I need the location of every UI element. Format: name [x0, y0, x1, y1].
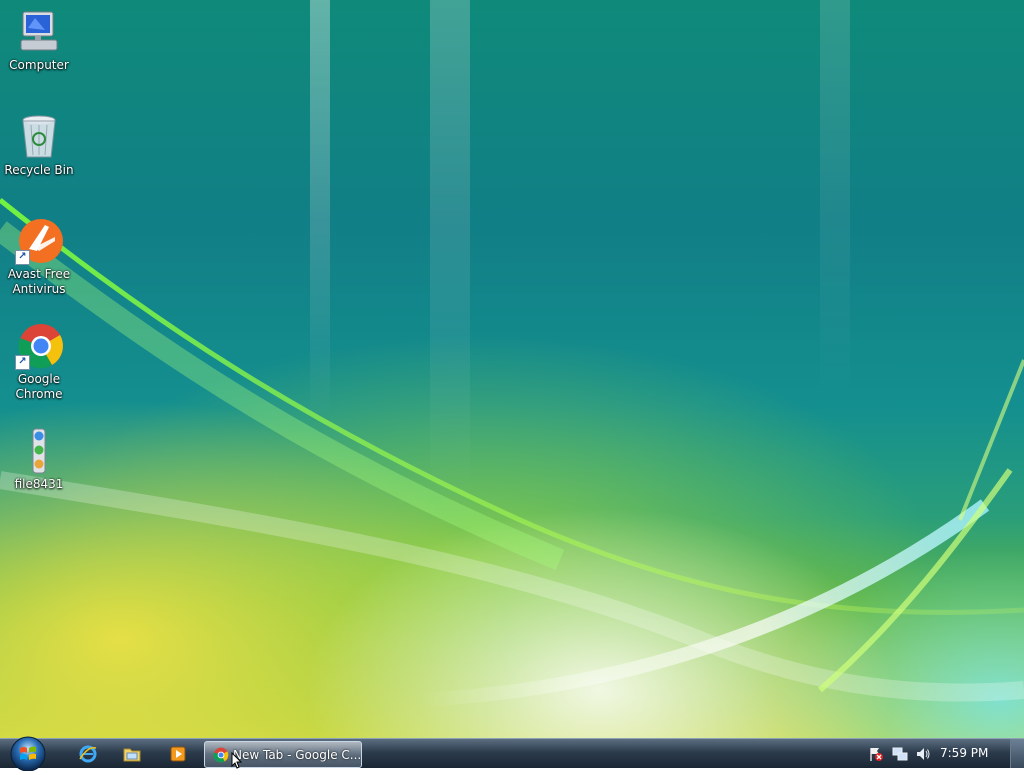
shortcut-arrow-icon: ↗: [15, 250, 30, 265]
file-icon: [15, 427, 63, 475]
volume-icon[interactable]: [915, 746, 931, 762]
desktop-icon-label: Avast Free Antivirus: [7, 267, 71, 296]
media-player-icon: [170, 746, 186, 762]
action-center-flag-icon[interactable]: [868, 746, 884, 762]
shortcut-arrow-icon: ↗: [15, 355, 30, 370]
desktop-icon-computer[interactable]: Computer: [4, 8, 74, 73]
taskbar-button-label: New Tab - Google C...: [233, 747, 361, 762]
windows-orb-icon: [10, 736, 46, 772]
desktop-icon-file8431[interactable]: file8431: [4, 427, 74, 492]
taskbar-clock[interactable]: 7:59 PM: [940, 746, 988, 760]
desktop[interactable]: Computer Recycle Bin ↗ Avast Free Antivi…: [0, 0, 1024, 738]
chrome-icon: ↗: [15, 322, 63, 370]
start-button[interactable]: [6, 733, 50, 772]
computer-icon: [15, 8, 63, 56]
internet-explorer-icon: [79, 745, 97, 763]
desktop-icon-avast[interactable]: ↗ Avast Free Antivirus: [4, 217, 74, 297]
quick-launch-windows-explorer[interactable]: [122, 744, 142, 764]
network-icon[interactable]: [892, 746, 908, 762]
show-desktop-button[interactable]: [1010, 739, 1024, 768]
desktop-icon-label: Google Chrome: [15, 372, 63, 401]
desktop-icon-recycle-bin[interactable]: Recycle Bin: [4, 113, 74, 178]
recycle-bin-icon: [15, 113, 63, 161]
taskbar: New Tab - Google C... 7:59 PM: [0, 736, 1024, 772]
avast-icon: ↗: [15, 217, 63, 265]
taskbar-button-chrome[interactable]: New Tab - Google C...: [204, 741, 362, 768]
desktop-icon-label: Computer: [9, 58, 69, 72]
wallpaper-ribbons: [0, 0, 1024, 707]
mouse-cursor-icon: [231, 752, 243, 769]
windows-explorer-icon: [123, 748, 141, 762]
desktop-icon-label: Recycle Bin: [4, 163, 74, 177]
quick-launch-media-player[interactable]: [168, 744, 188, 764]
chrome-icon: [213, 747, 229, 762]
desktop-icon-chrome[interactable]: ↗ Google Chrome: [4, 322, 74, 402]
quick-launch-internet-explorer[interactable]: [78, 744, 98, 764]
desktop-icon-label: file8431: [14, 477, 64, 491]
